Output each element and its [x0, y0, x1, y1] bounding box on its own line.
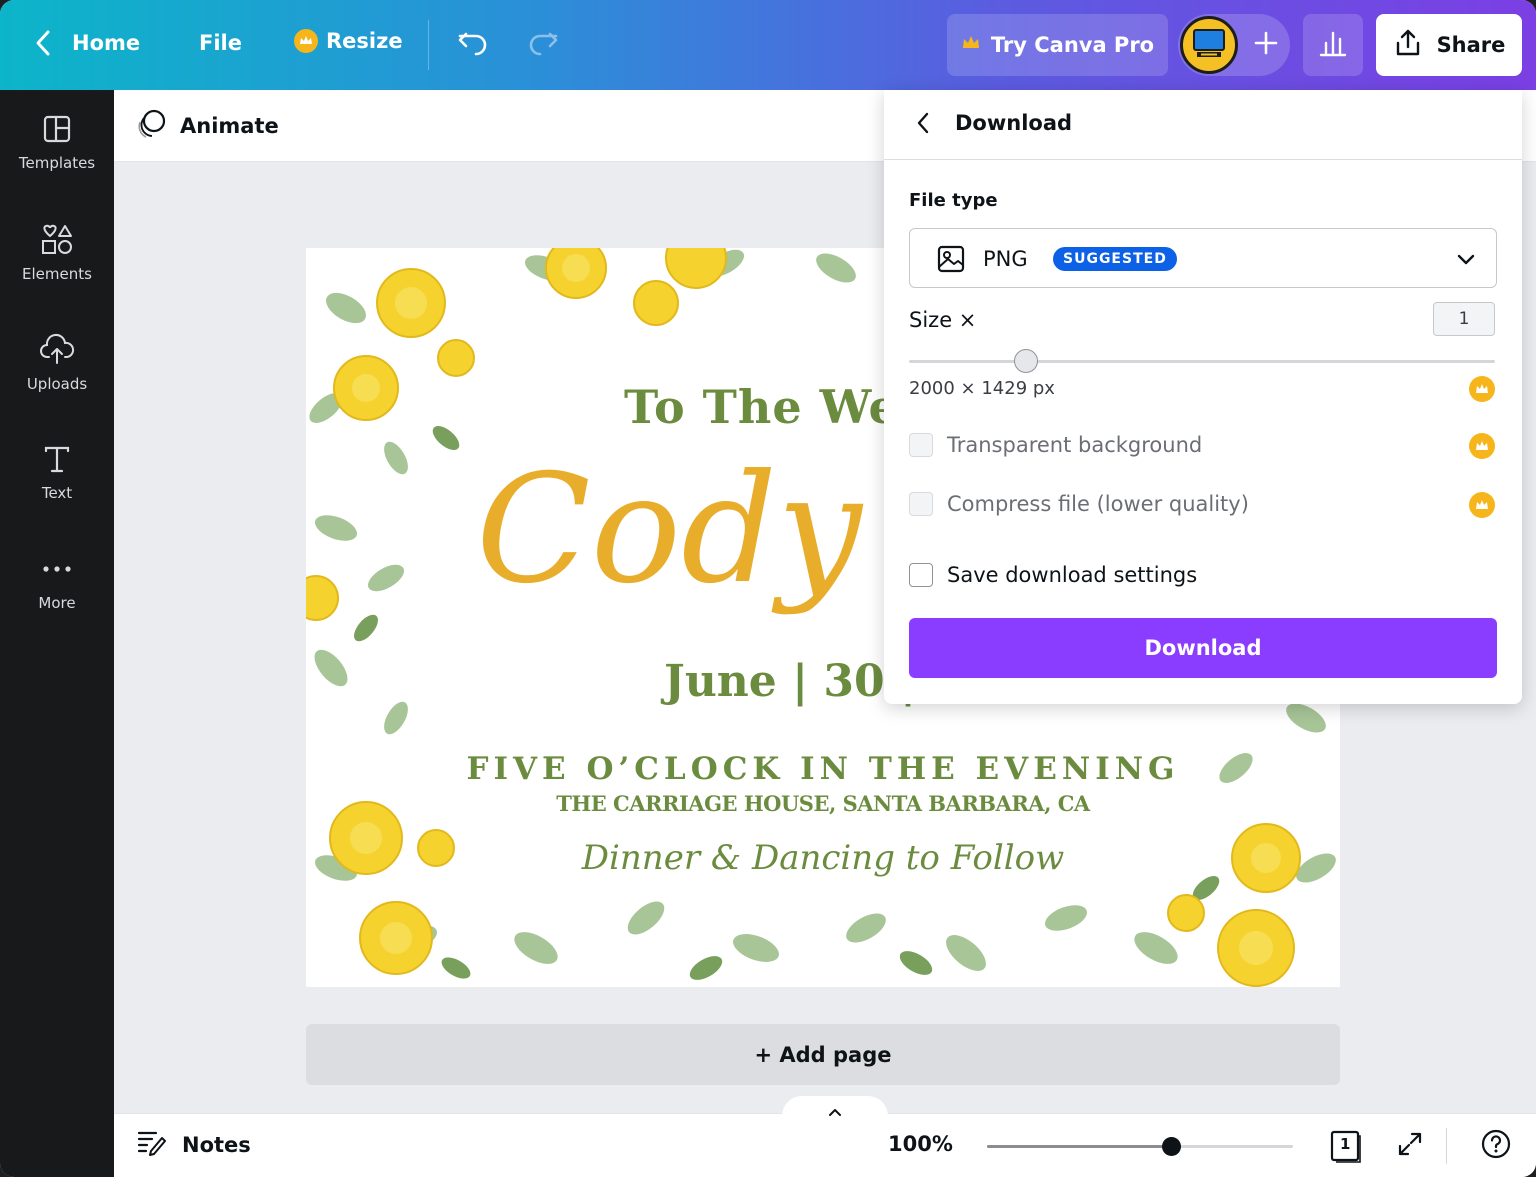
page-count: 1: [1340, 1135, 1351, 1153]
size-slider-thumb[interactable]: [1014, 349, 1039, 373]
chevron-left-icon: [34, 28, 52, 58]
resize-label: Resize: [326, 29, 403, 53]
rail-item-templates[interactable]: Templates: [0, 98, 114, 188]
rail-label: More: [38, 594, 76, 612]
plus-icon: [1254, 25, 1278, 63]
help-icon: [1480, 1128, 1512, 1164]
design-follow: Dinner & Dancing to Follow: [581, 838, 1065, 878]
collaborators-group: [1178, 14, 1290, 76]
panel-title: Download: [955, 111, 1073, 135]
try-canva-pro-button[interactable]: Try Canva Pro: [947, 14, 1168, 76]
undo-icon: [456, 28, 490, 58]
compress-file-option[interactable]: Compress file (lower quality): [909, 492, 1249, 516]
rail-label: Text: [41, 484, 73, 502]
rail-item-elements[interactable]: Elements: [0, 208, 114, 298]
compress-file-checkbox[interactable]: [909, 492, 933, 516]
rail-label: Templates: [18, 154, 96, 172]
download-panel-header: Download: [884, 90, 1522, 160]
crown-icon: [961, 33, 981, 57]
avatar[interactable]: [1180, 16, 1238, 74]
zoom-slider-fill: [987, 1145, 1171, 1148]
resize-button[interactable]: Resize: [294, 29, 403, 53]
insights-button[interactable]: [1303, 14, 1363, 76]
page-count-button[interactable]: 1: [1326, 1128, 1366, 1164]
more-icon: [41, 554, 73, 588]
save-download-settings-checkbox[interactable]: [909, 563, 933, 587]
chevron-up-icon: [828, 1102, 842, 1121]
transparent-background-checkbox[interactable]: [909, 433, 933, 457]
file-menu-button[interactable]: File: [199, 31, 242, 55]
upload-share-icon: [1393, 28, 1423, 63]
rail-item-text[interactable]: Text: [0, 428, 114, 518]
download-button-label: Download: [1144, 636, 1262, 660]
zoom-level[interactable]: 100%: [888, 1132, 953, 1156]
bar-chart-icon: [1318, 29, 1348, 61]
save-download-settings-label: Save download settings: [947, 563, 1198, 587]
home-label: Home: [72, 31, 141, 55]
expand-icon: [1396, 1130, 1424, 1162]
share-label: Share: [1436, 33, 1506, 57]
elements-icon: [40, 223, 74, 259]
design-venue: THE CARRIAGE HOUSE, SANTA BARBARA, CA: [556, 791, 1090, 816]
collapse-pages-toggle[interactable]: [782, 1096, 888, 1126]
rail-item-uploads[interactable]: Uploads: [0, 318, 114, 408]
zoom-slider-thumb[interactable]: [1161, 1137, 1181, 1156]
file-type-label: File type: [909, 190, 998, 211]
size-slider[interactable]: [909, 349, 1495, 373]
suggested-badge: SUGGESTED: [1053, 247, 1177, 271]
file-type-select[interactable]: PNG SUGGESTED: [909, 228, 1497, 288]
chevron-down-icon: [1456, 251, 1476, 270]
download-panel: Download File type PNG SUGGESTED Size × …: [884, 90, 1522, 704]
undo-button[interactable]: [456, 28, 490, 58]
file-type-value: PNG: [983, 247, 1028, 271]
canva-editor: Home File Resize Try Canva Pro Share Tem…: [0, 0, 1536, 1177]
invite-plus-button[interactable]: [1246, 24, 1286, 64]
text-icon: [42, 444, 72, 478]
animate-button[interactable]: Animate: [136, 106, 279, 146]
size-input[interactable]: 1: [1433, 302, 1495, 336]
redo-button[interactable]: [526, 28, 560, 58]
download-button[interactable]: Download: [909, 618, 1497, 678]
redo-icon: [526, 28, 560, 58]
design-time: FIVE O’CLOCK IN THE EVENING: [466, 751, 1180, 787]
animate-icon: [136, 108, 168, 145]
save-download-settings-option[interactable]: Save download settings: [909, 563, 1197, 587]
rail-label: Elements: [22, 265, 92, 283]
uploads-icon: [39, 333, 75, 369]
share-button[interactable]: Share: [1376, 14, 1522, 76]
computer-icon: [1191, 27, 1227, 63]
home-button[interactable]: Home: [34, 28, 140, 58]
transparent-background-label: Transparent background: [947, 433, 1203, 457]
help-button[interactable]: [1476, 1128, 1516, 1164]
rail-item-more[interactable]: More: [0, 538, 114, 628]
templates-icon: [42, 114, 72, 148]
back-button[interactable]: [908, 110, 938, 140]
chevron-left-icon: [916, 111, 930, 139]
pro-crown-icon: [1469, 433, 1495, 459]
notes-button[interactable]: Notes: [136, 1128, 251, 1161]
rail-label: Uploads: [26, 375, 88, 393]
side-rail: Templates Elements Uploads Text More: [0, 90, 114, 1177]
compress-file-label: Compress file (lower quality): [947, 492, 1249, 516]
add-page-button[interactable]: + Add page: [306, 1024, 1340, 1085]
size-label: Size ×: [909, 308, 977, 332]
crown-icon: [294, 29, 318, 53]
notes-icon: [136, 1128, 166, 1161]
pro-crown-icon: [1469, 376, 1495, 402]
dimensions-readout: 2000 × 1429 px: [909, 378, 1055, 399]
bottombar-divider: [1446, 1128, 1447, 1164]
topbar-divider: [428, 20, 429, 70]
add-page-label: + Add page: [754, 1042, 892, 1067]
zoom-slider[interactable]: [987, 1137, 1293, 1156]
pro-crown-icon: [1469, 492, 1495, 518]
top-bar: Home File Resize Try Canva Pro Share: [0, 0, 1536, 90]
notes-label: Notes: [182, 1132, 251, 1157]
fullscreen-button[interactable]: [1390, 1128, 1430, 1164]
animate-label: Animate: [180, 114, 279, 138]
transparent-background-option[interactable]: Transparent background: [909, 433, 1202, 457]
try-canva-pro-label: Try Canva Pro: [990, 33, 1155, 57]
file-label: File: [199, 31, 242, 55]
image-icon: [936, 244, 966, 278]
